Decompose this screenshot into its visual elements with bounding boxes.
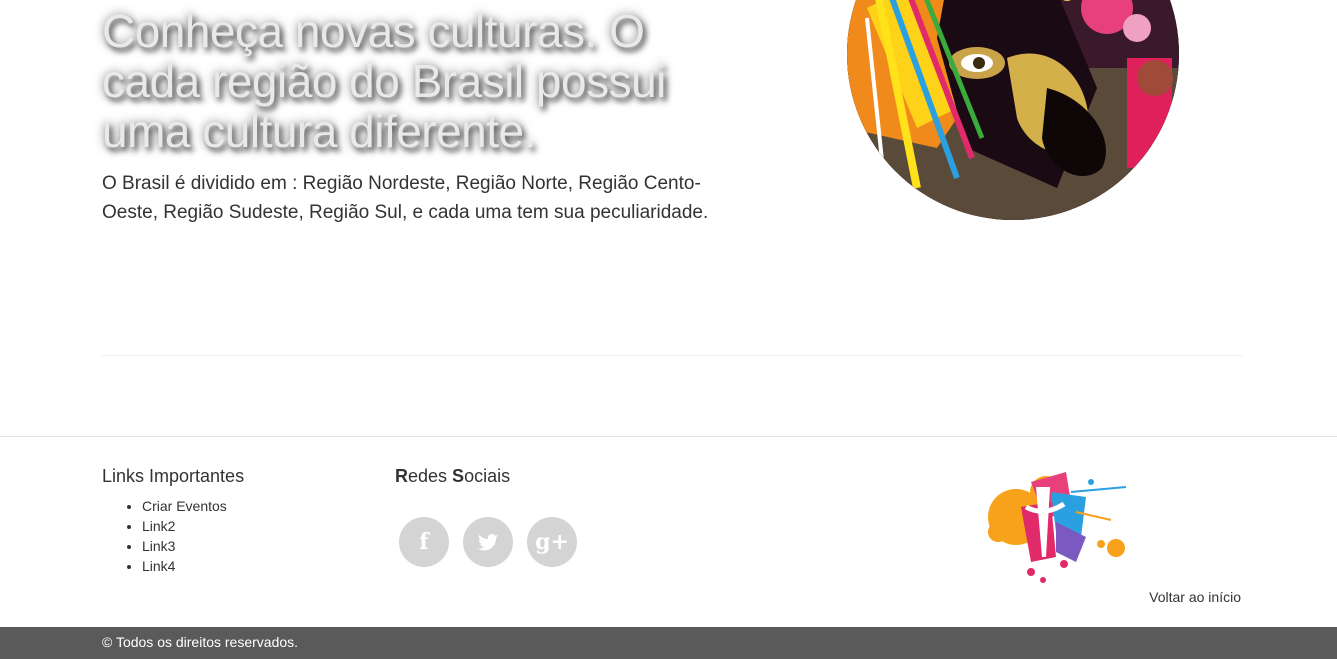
back-to-top-link[interactable]: Voltar ao início — [1149, 589, 1241, 605]
twitter-button[interactable] — [463, 517, 513, 567]
list-item: Link2 — [142, 516, 227, 536]
section-divider — [102, 355, 1242, 356]
hero-title: Conheça novas culturas. O cada região do… — [102, 5, 666, 157]
site-logo-paint-splash — [988, 472, 1127, 583]
list-item: Link3 — [142, 536, 227, 556]
google-plus-button[interactable]: g+ — [527, 517, 577, 567]
link-2[interactable]: Link2 — [142, 518, 175, 534]
links-list: Criar Eventos Link2 Link3 Link4 — [142, 496, 227, 576]
hero-image-bumba-meu-boi — [847, 0, 1179, 220]
list-item: Link4 — [142, 556, 227, 576]
social-buttons: f g+ — [399, 517, 577, 567]
hero-description: O Brasil é dividido em : Região Nordeste… — [102, 173, 709, 223]
copyright-text: © Todos os direitos reservados. — [102, 634, 299, 650]
page: Conheça novas culturas. O cada região do… — [0, 0, 1337, 659]
facebook-icon: f — [419, 529, 429, 555]
bottom-bar: © Todos os direitos reservados. — [0, 627, 1337, 659]
link-3[interactable]: Link3 — [142, 538, 175, 554]
twitter-icon — [478, 533, 498, 550]
facebook-button[interactable]: f — [399, 517, 449, 567]
social-title: Redes Sociais — [395, 466, 511, 486]
link-criar-eventos[interactable]: Criar Eventos — [142, 498, 227, 514]
footer: Links Importantes Criar Eventos Link2 Li… — [0, 436, 1337, 627]
list-item: Criar Eventos — [142, 496, 227, 516]
links-title: Links Importantes — [102, 466, 245, 486]
google-plus-icon: g+ — [535, 529, 569, 555]
link-4[interactable]: Link4 — [142, 558, 175, 574]
